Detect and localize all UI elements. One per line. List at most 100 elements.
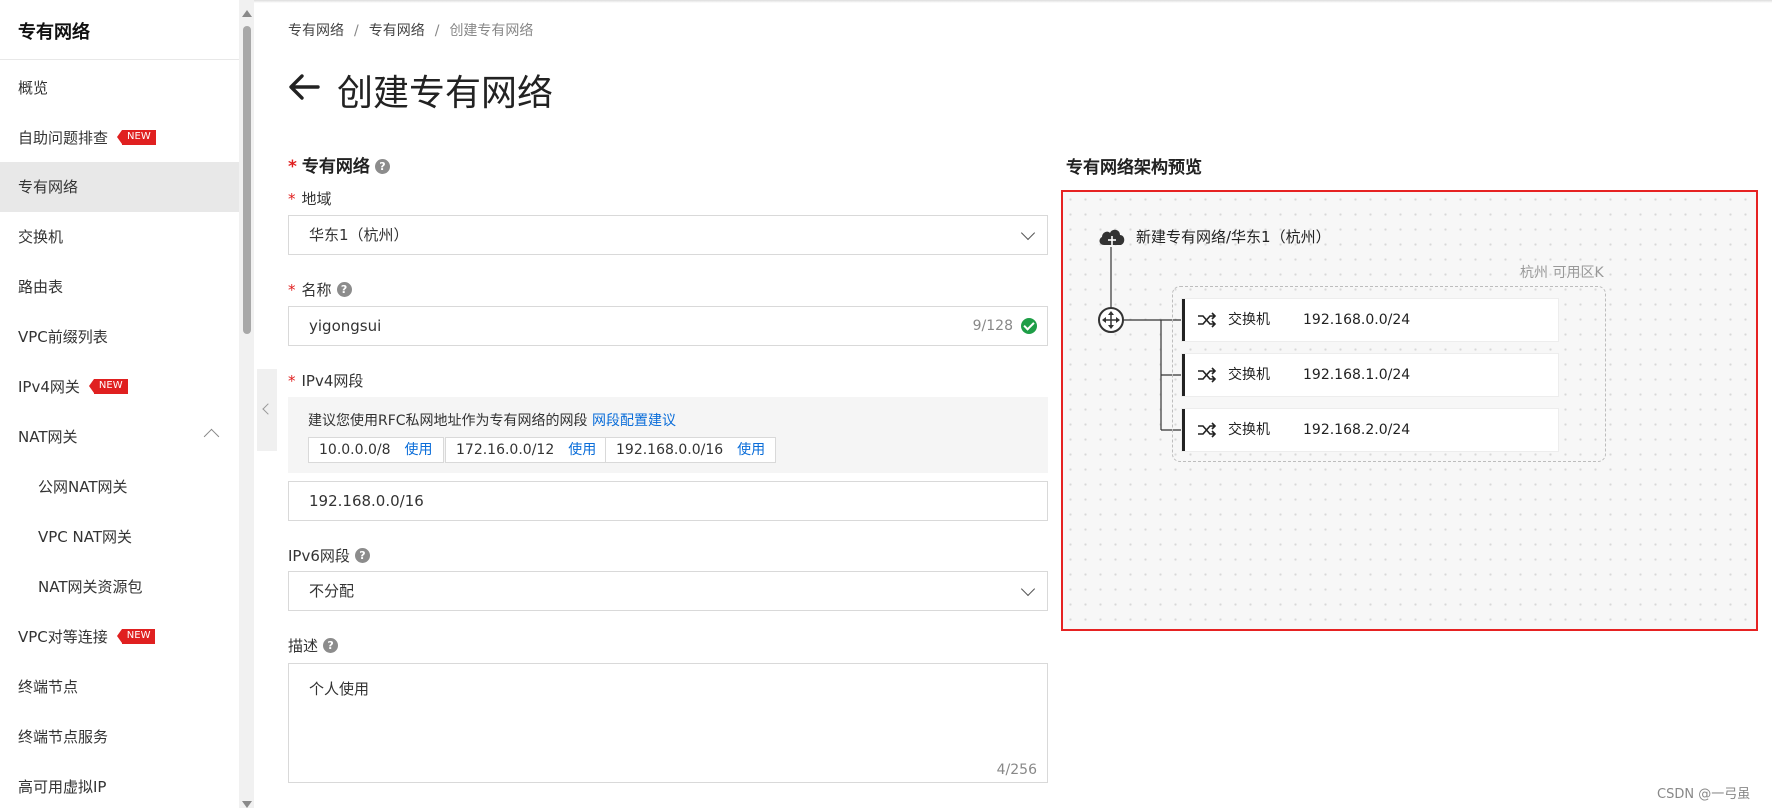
ipv4-label: * IPv4网段 (288, 372, 364, 390)
sidebar-item-label: 路由表 (18, 278, 64, 296)
new-badge: NEW (88, 379, 128, 394)
sidebar: 专有网络 概览 自助问题排查 NEW 专有网络 交换机 路由表 VPC前缀列表 I… (0, 0, 239, 808)
cidr-option-10: 10.0.0.0/8 使用 (308, 437, 444, 463)
router-icon (1098, 307, 1124, 333)
sidebar-scrollbar-thumb[interactable] (243, 26, 251, 334)
sidebar-item-overview[interactable]: 概览 (0, 63, 239, 113)
sidebar-item-label: VPC前缀列表 (18, 328, 108, 346)
sidebar-item-label: 高可用虚拟IP (18, 778, 107, 796)
section-title: * 专有网络? (288, 152, 390, 177)
region-value: 华东1（杭州） (309, 226, 409, 244)
sidebar-item-label: 概览 (18, 79, 49, 97)
watermark: CSDN @一弓虽 (1657, 787, 1751, 802)
name-label: * 名称? (288, 279, 352, 300)
breadcrumb-link-vpc-console[interactable]: 专有网络 (288, 23, 344, 39)
sidebar-item-label: 自助问题排查 (18, 129, 109, 147)
scroll-down-arrow-icon[interactable] (242, 801, 252, 808)
chevron-up-icon[interactable] (203, 428, 220, 445)
ipv6-select[interactable]: 不分配 (288, 571, 1048, 611)
required-mark: * (288, 157, 297, 177)
breadcrumb-current: 创建专有网络 (449, 23, 534, 39)
description-value: 个人使用 (309, 680, 370, 698)
sidebar-title: 专有网络 (18, 22, 90, 43)
vpc-node-label: 新建专有网络/华东1（杭州） (1136, 228, 1331, 246)
sidebar-item-vswitch[interactable]: 交换机 (0, 212, 239, 262)
cidr-advice-link[interactable]: 网段配置建议 (592, 413, 676, 429)
sidebar-item-endpoint[interactable]: 终端节点 (0, 662, 239, 712)
region-select[interactable]: 华东1（杭州） (288, 215, 1048, 255)
vswitch-cidr: 192.168.2.0/24 (1303, 422, 1411, 438)
sidebar-divider (0, 59, 239, 60)
vswitch-card: 交换机 192.168.1.0/24 (1182, 354, 1558, 396)
vswitch-card: 交换机 192.168.0.0/24 (1182, 299, 1558, 341)
ipv4-cidr-value: 192.168.0.0/16 (309, 492, 424, 510)
sidebar-item-label: NAT网关资源包 (38, 578, 143, 596)
check-circle-icon (1021, 318, 1037, 334)
breadcrumb: 专有网络 / 专有网络 / 创建专有网络 (288, 23, 534, 39)
sidebar-item-nat-gateway[interactable]: NAT网关 (0, 412, 239, 462)
sidebar-item-label: VPC NAT网关 (38, 528, 133, 546)
description-label: 描述? (288, 635, 339, 656)
new-badge: NEW (116, 629, 156, 644)
ipv4-hint-box: 建议您使用RFC私网地址作为专有网络的网段 网段配置建议 10.0.0.0/8 使… (288, 397, 1048, 473)
sidebar-item-vpc[interactable]: 专有网络 (0, 162, 239, 212)
chevron-down-icon (1020, 581, 1036, 597)
breadcrumb-link-vpc[interactable]: 专有网络 (369, 23, 425, 39)
name-input[interactable]: yigongsui 9/128 (288, 306, 1048, 346)
region-label: * 地域 (288, 190, 332, 208)
sidebar-item-label: VPC对等连接 (18, 628, 108, 646)
help-icon[interactable]: ? (336, 282, 352, 297)
sidebar-item-label: IPv4网关 (18, 378, 80, 396)
cidr-option-192: 192.168.0.0/16 使用 (605, 437, 777, 463)
help-icon[interactable]: ? (354, 548, 370, 563)
sidebar-item-nat-package[interactable]: NAT网关资源包 (0, 562, 239, 612)
sidebar-item-label: 专有网络 (18, 178, 79, 196)
switch-icon (1198, 312, 1217, 328)
top-shadow (0, 0, 1772, 3)
vswitch-card: 交换机 192.168.2.0/24 (1182, 409, 1558, 451)
description-textarea[interactable]: 个人使用 4/256 (288, 663, 1048, 783)
sidebar-item-label: NAT网关 (18, 428, 78, 446)
page-title: 创建专有网络 (337, 73, 554, 114)
switch-icon (1198, 422, 1217, 438)
vswitch-cidr: 192.168.1.0/24 (1303, 367, 1411, 383)
preview-title: 专有网络架构预览 (1066, 158, 1202, 178)
sidebar-item-public-nat[interactable]: 公网NAT网关 (0, 462, 239, 512)
ipv6-value: 不分配 (309, 582, 355, 600)
cloud-icon (1099, 229, 1125, 245)
use-cidr-button[interactable]: 使用 (737, 442, 765, 458)
vswitch-cidr: 192.168.0.0/24 (1303, 312, 1411, 328)
use-cidr-button[interactable]: 使用 (405, 442, 433, 458)
vswitch-name: 交换机 (1228, 312, 1270, 328)
vswitch-name: 交换机 (1228, 367, 1270, 383)
back-arrow-icon[interactable] (287, 72, 321, 102)
sidebar-collapse-button[interactable] (257, 369, 277, 451)
sidebar-item-vpc-peering[interactable]: VPC对等连接 NEW (0, 612, 239, 662)
vswitch-name: 交换机 (1228, 422, 1270, 438)
name-value: yigongsui (309, 317, 382, 335)
sidebar-item-ipv4-gateway[interactable]: IPv4网关 NEW (0, 362, 239, 412)
sidebar-item-vpc-nat[interactable]: VPC NAT网关 (0, 512, 239, 562)
ipv4-hint: 建议您使用RFC私网地址作为专有网络的网段 网段配置建议 (308, 413, 677, 429)
sidebar-item-label: 公网NAT网关 (38, 478, 128, 496)
scroll-up-arrow-icon[interactable] (242, 10, 252, 17)
help-icon[interactable]: ? (374, 158, 390, 174)
sidebar-item-prefix-list[interactable]: VPC前缀列表 (0, 312, 239, 362)
chevron-down-icon (1020, 225, 1036, 241)
sidebar-item-self-diagnosis[interactable]: 自助问题排查 NEW (0, 113, 239, 163)
zone-label: 杭州 可用区K (1520, 265, 1604, 281)
use-cidr-button[interactable]: 使用 (568, 442, 596, 458)
sidebar-item-endpoint-service[interactable]: 终端节点服务 (0, 712, 239, 762)
new-badge: NEW (117, 130, 156, 145)
sidebar-item-label: 终端节点 (18, 678, 79, 696)
help-icon[interactable]: ? (323, 638, 339, 653)
sidebar-item-havip[interactable]: 高可用虚拟IP (0, 762, 239, 812)
sidebar-item-label: 终端节点服务 (18, 728, 109, 746)
switch-icon (1198, 367, 1217, 383)
name-char-counter: 9/128 (972, 318, 1013, 334)
ipv4-cidr-input[interactable]: 192.168.0.0/16 (288, 481, 1048, 521)
ipv6-label: IPv6网段? (288, 545, 370, 566)
sidebar-item-label: 交换机 (18, 228, 64, 246)
cidr-option-172: 172.16.0.0/12 使用 (445, 437, 608, 463)
sidebar-item-route-table[interactable]: 路由表 (0, 262, 239, 312)
